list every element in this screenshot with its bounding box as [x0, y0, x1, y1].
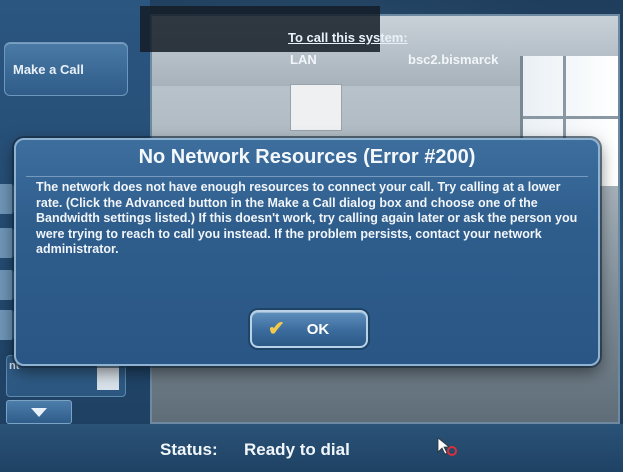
cursor-icon [437, 437, 457, 456]
make-call-label: Make a Call [13, 61, 84, 77]
sidebar-item-stub[interactable] [0, 310, 14, 340]
make-call-button[interactable]: Make a Call [4, 42, 128, 96]
screen: Make a Call nt To call this system: LAN … [0, 0, 623, 472]
scroll-down-button[interactable] [6, 400, 72, 424]
dialog-divider [26, 176, 588, 177]
dialog-message: The network does not have enough resourc… [36, 180, 578, 256]
wall-sign [290, 84, 342, 131]
error-dialog: No Network Resources (Error #200) The ne… [14, 138, 600, 366]
system-address: bsc2.bismarck [408, 52, 499, 67]
ok-button[interactable]: ✔ OK [250, 310, 368, 348]
status-value: Ready to dial [244, 440, 350, 459]
checkmark-icon: ✔ [268, 318, 285, 340]
chevron-down-icon [31, 407, 47, 417]
sidebar-item-stub[interactable] [0, 270, 14, 300]
ok-label: OK [306, 320, 330, 338]
to-call-heading: To call this system: [288, 30, 408, 45]
status-label: Status: [160, 440, 218, 459]
dialog-title: No Network Resources (Error #200) [138, 146, 476, 168]
sidebar-item-stub[interactable] [0, 184, 14, 214]
sidebar-item-stub[interactable] [0, 228, 14, 258]
call-info-box [140, 6, 380, 52]
network-label: LAN [290, 52, 317, 67]
